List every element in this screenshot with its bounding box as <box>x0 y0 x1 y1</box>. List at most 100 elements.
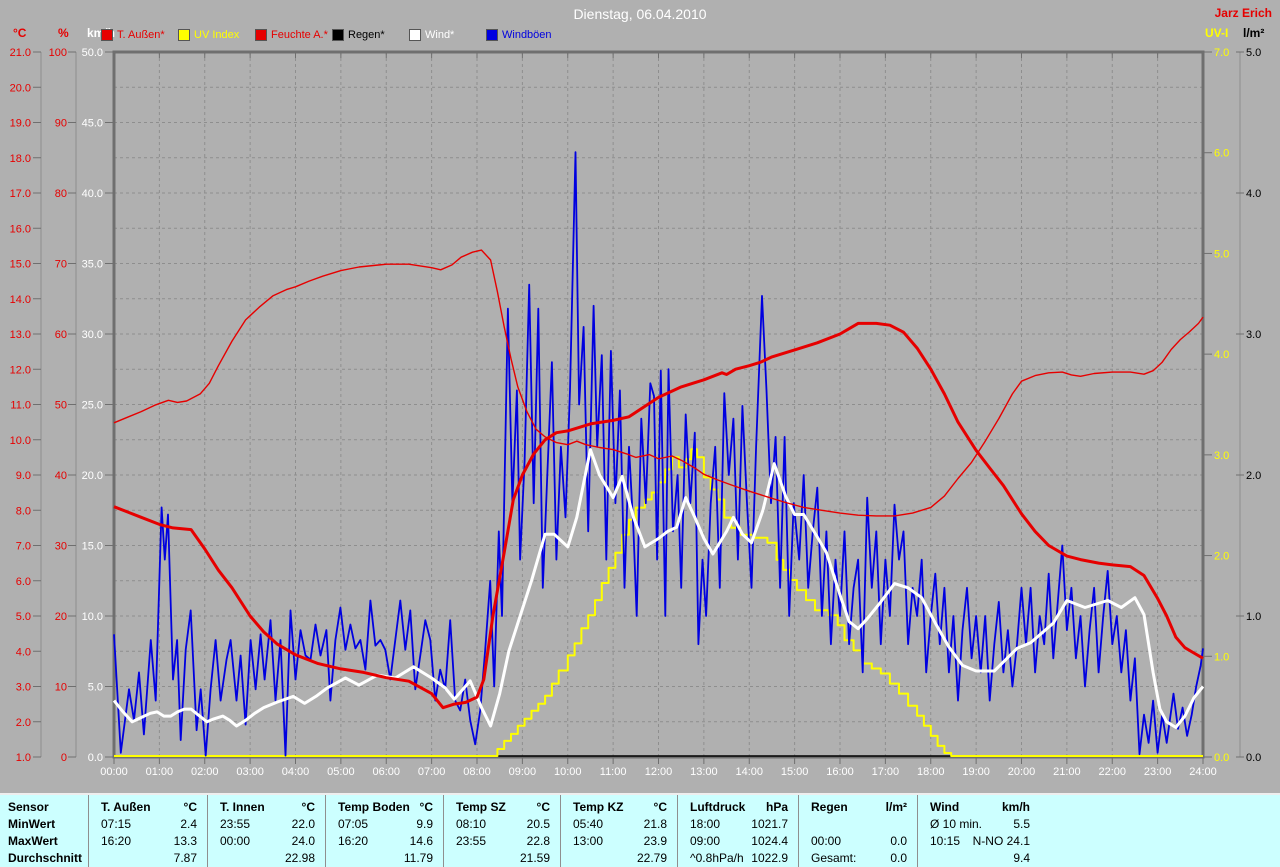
table-column-regen: Regen l/m² 00:00 0.0 Gesamt: 0.0 <box>798 795 917 867</box>
sensor-value: 21.8 <box>643 817 667 831</box>
sensor-time: 09:00 <box>690 834 721 848</box>
y-tick-label: 5.0 <box>1214 248 1229 260</box>
y-tick-label: 1.0 <box>16 752 31 764</box>
sensor-value: 21.59 <box>519 851 550 865</box>
sensor-time: 23:55 <box>220 817 251 831</box>
x-tick-label: 23:00 <box>1144 766 1172 778</box>
x-tick-label: 10:00 <box>554 766 582 778</box>
table-header-row: T. Innen °C <box>208 799 325 816</box>
sensor-value: 24.0 <box>291 834 315 848</box>
table-header-row: Temp KZ °C <box>561 799 677 816</box>
sensor-value: 7.87 <box>173 851 197 865</box>
table-data-row: 23:55 22.0 <box>208 816 325 833</box>
sensor-value: 5.5 <box>1013 817 1030 831</box>
weather-chart: 00:00 01:00 02:00 03:00 04:00 05:00 06:00 07:00… <box>10 47 1262 778</box>
sensor-value: 23.9 <box>643 834 667 848</box>
y-tick-label: 2.0 <box>1214 551 1229 563</box>
table-data-row: Gesamt: 0.0 <box>799 850 917 867</box>
sensor-time: 08:10 <box>456 817 487 831</box>
sensor-time: 00:00 <box>811 834 842 848</box>
y-tick-label: 7.0 <box>1214 47 1229 59</box>
sensor-name: Luftdruck <box>690 800 746 814</box>
y-tick-label: 13.0 <box>10 329 31 341</box>
y-tick-label: 3.0 <box>1246 329 1261 341</box>
table-data-row: ^0.8hPa/h 1022.9 <box>678 850 798 867</box>
y-tick-label: 50.0 <box>82 47 103 59</box>
y-tick-label: 20 <box>55 611 67 623</box>
y-tick-label: 0.0 <box>88 752 103 764</box>
y-tick-label: 21.0 <box>10 47 31 59</box>
summary-table: Sensor MinWert MaxWert Durchschnitt T. Außen… <box>0 793 1280 867</box>
x-tick-label: 00:00 <box>100 766 128 778</box>
table-data-row: 16:20 14.6 <box>326 833 443 850</box>
y-tick-label: 1.0 <box>1246 611 1261 623</box>
x-tick-label: 20:00 <box>1008 766 1036 778</box>
y-tick-label: 40.0 <box>82 188 103 200</box>
sensor-time: 05:40 <box>573 817 604 831</box>
y-tick-label: 2.0 <box>1246 470 1261 482</box>
x-tick-label: 08:00 <box>463 766 491 778</box>
table-data-row: 13:00 23.9 <box>561 833 677 850</box>
sensor-time: 18:00 <box>690 817 721 831</box>
y-tick-label: 10.0 <box>82 611 103 623</box>
y-tick-label: 10 <box>55 682 67 694</box>
table-data-row: 11.79 <box>326 850 443 867</box>
y-tick-label: 3.0 <box>16 682 31 694</box>
x-tick-label: 17:00 <box>872 766 900 778</box>
table-data-row: 22.79 <box>561 850 677 867</box>
y-tick-label: 45.0 <box>82 118 103 130</box>
y-tick-label: 0 <box>61 752 67 764</box>
table-data-row: 08:10 20.5 <box>444 816 560 833</box>
table-column-temp-boden: Temp Boden °C 07:05 9.9 16:20 14.6 11.79 <box>325 795 443 867</box>
sensor-value: 9.9 <box>416 817 433 831</box>
sensor-unit: °C <box>301 800 315 814</box>
table-data-row: 10:15 N-NO 24.1 <box>918 833 1040 850</box>
table-data-row: 16:20 13.3 <box>89 833 207 850</box>
table-data-row: 9.4 <box>918 850 1040 867</box>
sensor-time: Gesamt: <box>811 851 857 865</box>
y-tick-label: 19.0 <box>10 118 31 130</box>
table-row-label-text: MaxWert <box>8 834 58 848</box>
sensor-name: T. Innen <box>220 800 265 814</box>
table-column-luftdruck: Luftdruck hPa 18:00 1021.7 09:00 1024.4 ^0.8hP… <box>677 795 798 867</box>
sensor-time: 10:15 <box>930 834 961 848</box>
y-tick-label: 14.0 <box>10 294 31 306</box>
sensor-value: 22.79 <box>636 851 667 865</box>
y-tick-label: 8.0 <box>16 505 31 517</box>
table-header-row: Luftdruck hPa <box>678 799 798 816</box>
sensor-unit: °C <box>653 800 667 814</box>
sensor-time: 13:00 <box>573 834 604 848</box>
x-tick-label: 05:00 <box>327 766 355 778</box>
sensor-name: Temp SZ <box>456 800 506 814</box>
y-tick-label: 50 <box>55 400 67 412</box>
y-tick-label: 2.0 <box>16 717 31 729</box>
sensor-unit: °C <box>536 800 550 814</box>
x-tick-label: 22:00 <box>1098 766 1126 778</box>
table-row-label-text: Durchschnitt <box>8 851 83 865</box>
table-data-row: 00:00 0.0 <box>799 833 917 850</box>
sensor-unit: l/m² <box>885 800 907 814</box>
sensor-time: ^0.8hPa/h <box>690 851 744 865</box>
y-tick-label: 7.0 <box>16 541 31 553</box>
y-tick-label: 6.0 <box>16 576 31 588</box>
sensor-unit: °C <box>419 800 433 814</box>
y-tick-label: 4.0 <box>1214 349 1229 361</box>
sensor-value: 2.4 <box>180 817 197 831</box>
y-tick-label: 30 <box>55 541 67 553</box>
sensor-time: 23:55 <box>456 834 487 848</box>
x-tick-label: 02:00 <box>191 766 219 778</box>
y-tick-label: 25.0 <box>82 400 103 412</box>
sensor-unit: hPa <box>765 800 788 814</box>
sensor-time: 07:15 <box>101 817 132 831</box>
table-column-t-innen: T. Innen °C 23:55 22.0 00:00 24.0 22.98 <box>207 795 325 867</box>
sensor-name: Wind <box>930 800 960 814</box>
sensor-value: N-NO 24.1 <box>972 834 1030 848</box>
sensor-name: T. Außen <box>101 800 151 814</box>
sensor-unit: °C <box>183 800 197 814</box>
y-tick-label: 20.0 <box>10 82 31 94</box>
table-data-row: 23:55 22.8 <box>444 833 560 850</box>
sensor-value: 22.8 <box>526 834 550 848</box>
y-tick-label: 6.0 <box>1214 148 1229 160</box>
sensor-name: Regen <box>811 800 848 814</box>
y-tick-label: 10.0 <box>10 435 31 447</box>
